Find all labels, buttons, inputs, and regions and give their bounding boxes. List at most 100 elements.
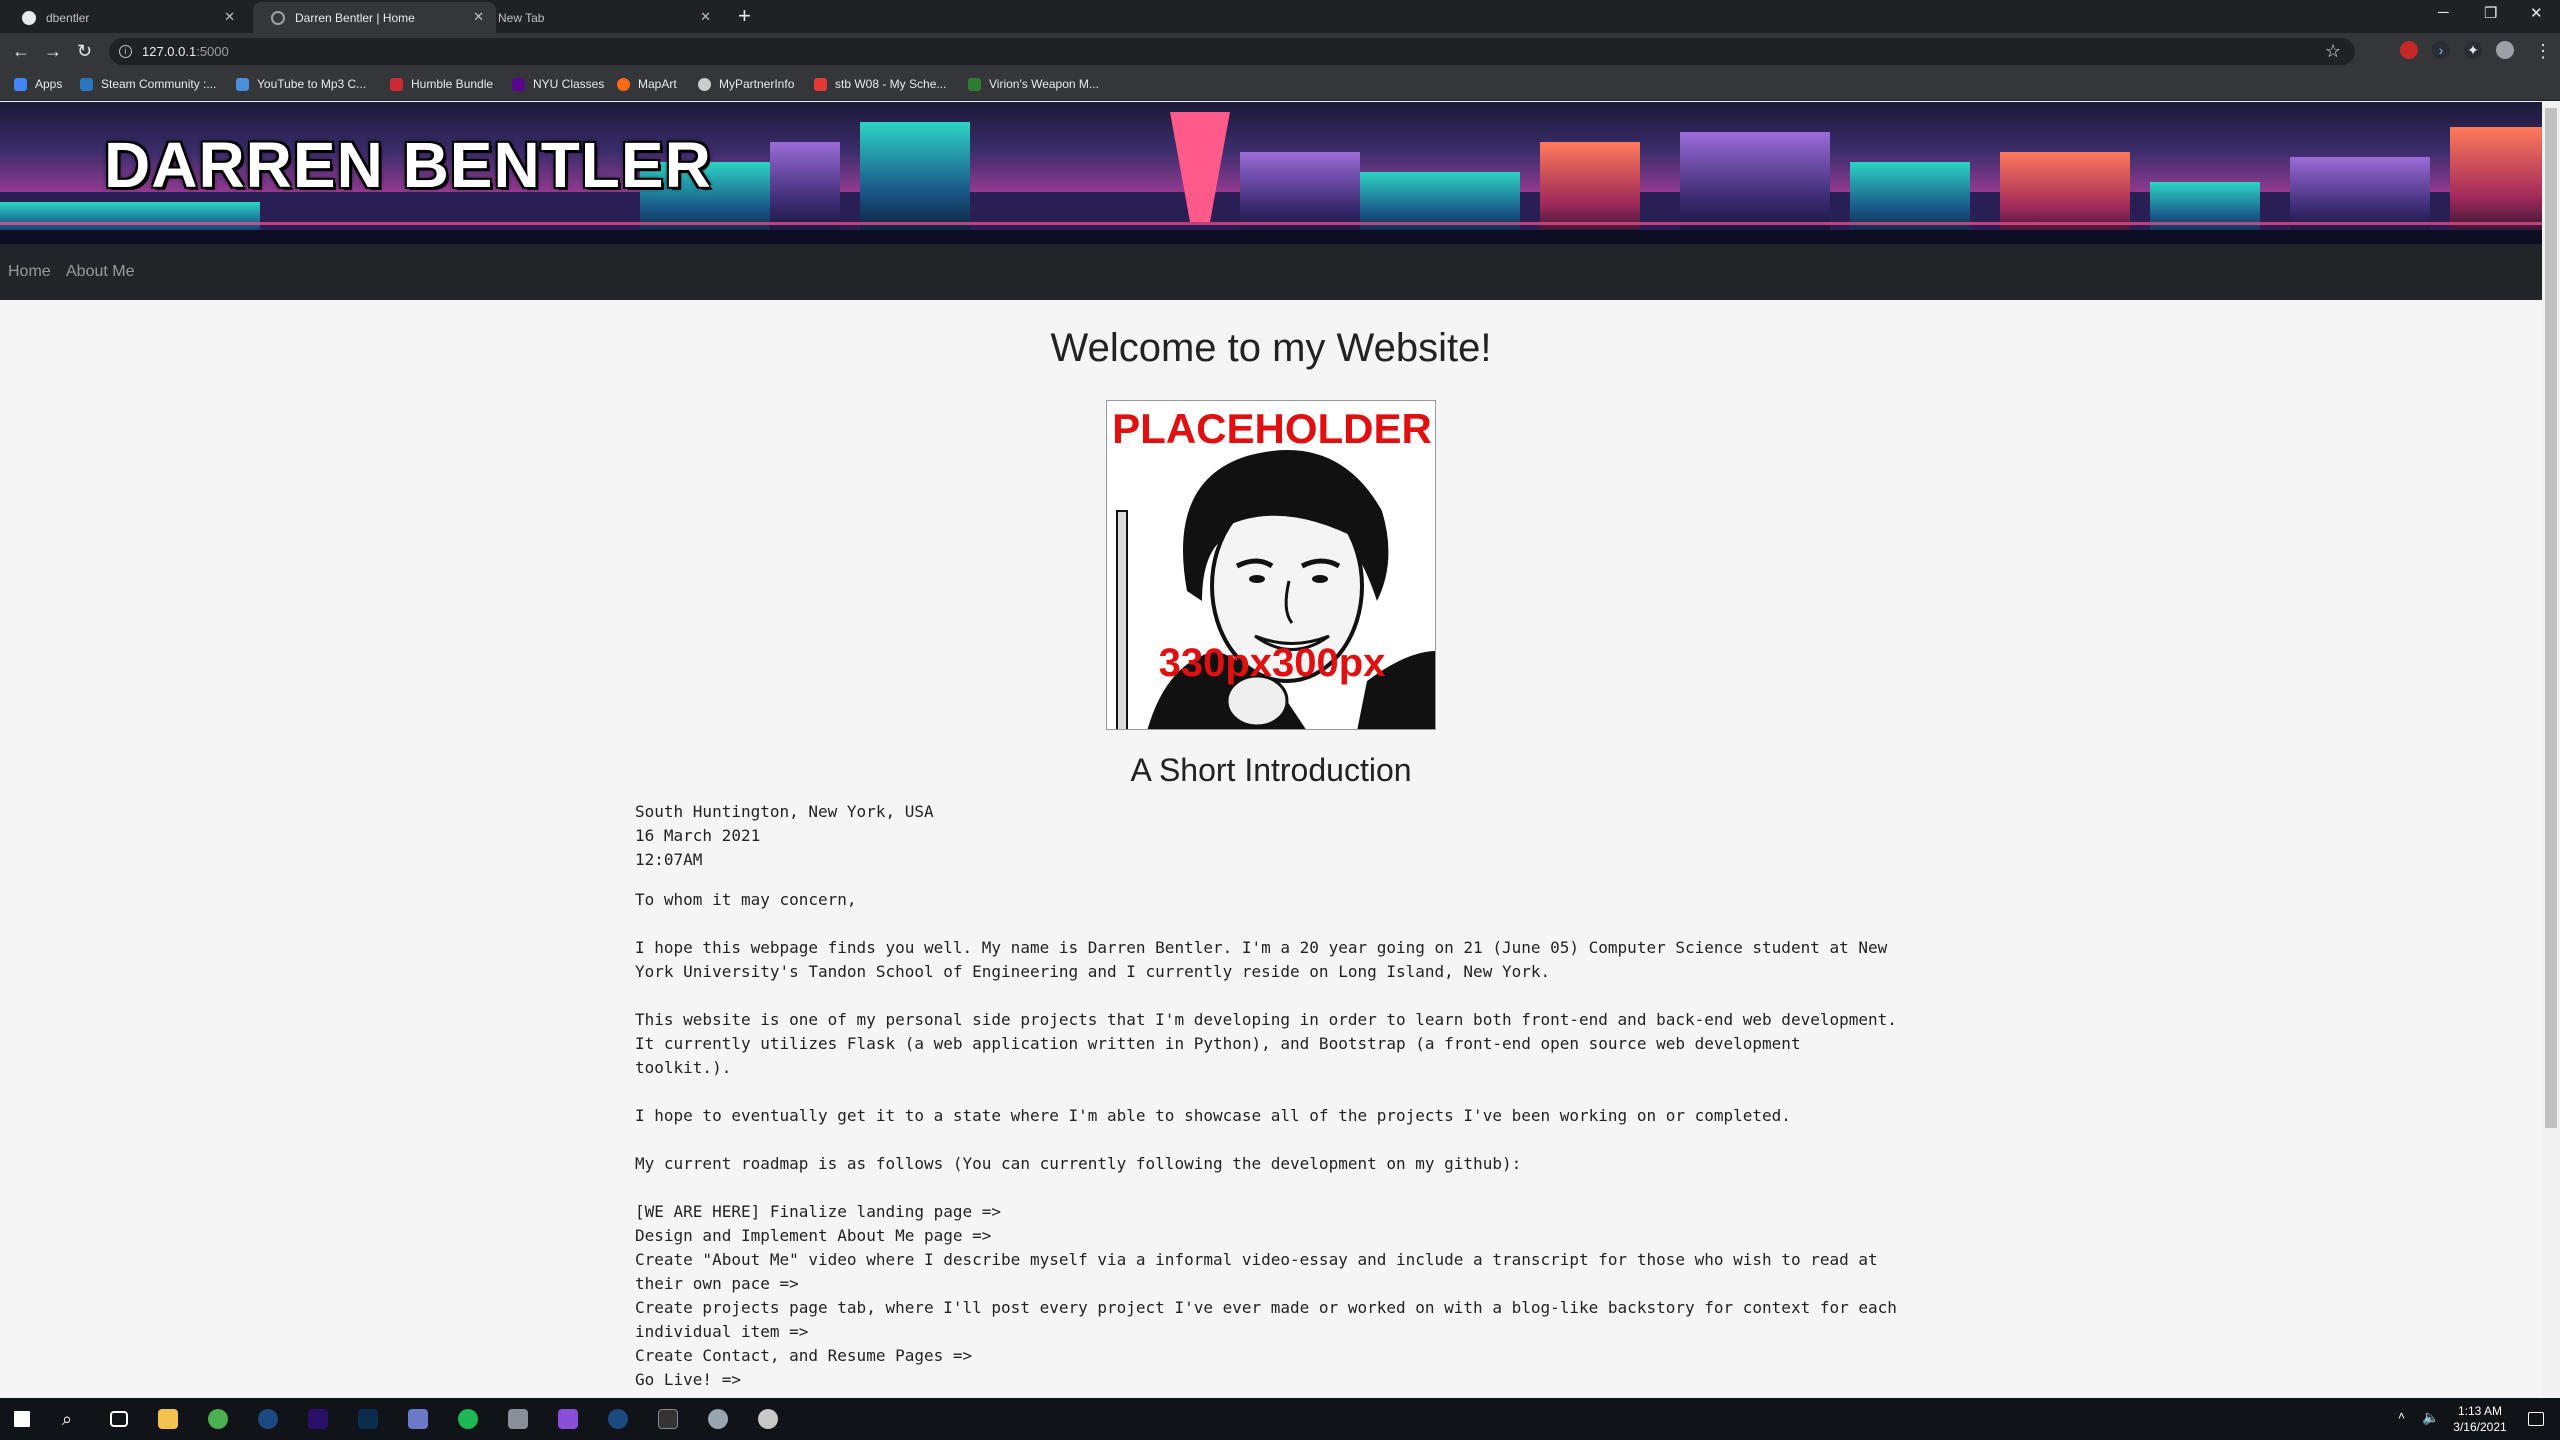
scrollbar-thumb[interactable] bbox=[2545, 108, 2557, 1128]
spotify-icon[interactable] bbox=[458, 1409, 478, 1429]
site-title: DARREN BENTLER bbox=[104, 129, 712, 201]
file-explorer-icon[interactable] bbox=[158, 1409, 178, 1429]
extension-arrow-icon[interactable]: › bbox=[2432, 41, 2450, 59]
letter-greeting: To whom it may concern, bbox=[635, 890, 857, 909]
bookmark-label: stb W08 - My Sche... bbox=[835, 77, 947, 91]
windows-start-icon[interactable] bbox=[14, 1411, 30, 1427]
bookmark-youtube-mp3[interactable]: YouTube to Mp3 C... bbox=[236, 77, 366, 91]
new-tab-button[interactable]: + bbox=[738, 5, 751, 27]
tab-github[interactable]: dbentler ✕ bbox=[4, 2, 247, 33]
discord-icon[interactable] bbox=[408, 1409, 428, 1429]
menu-kebab-icon[interactable]: ⋮ bbox=[2534, 41, 2552, 61]
roadmap-item: Create Contact, and Resume Pages => bbox=[635, 1346, 973, 1365]
tab-title: dbentler bbox=[46, 10, 90, 25]
notification-icon[interactable] bbox=[2528, 1412, 2544, 1426]
site-navbar: Home About Me bbox=[0, 244, 2542, 300]
steam-icon[interactable] bbox=[608, 1409, 628, 1429]
mapart-icon bbox=[617, 77, 630, 91]
close-icon[interactable]: ✕ bbox=[700, 10, 711, 24]
puzzle-icon[interactable]: ✦ bbox=[2464, 41, 2482, 59]
app-icon[interactable] bbox=[508, 1409, 528, 1429]
tab-title: Darren Bentler | Home bbox=[295, 10, 415, 25]
roadmap-item: Design and Implement About Me page => bbox=[635, 1226, 992, 1245]
forward-arrow-icon[interactable]: → bbox=[44, 41, 62, 61]
search-icon[interactable]: ⌕ bbox=[62, 1409, 82, 1429]
letter-paragraph: My current roadmap is as follows (You ca… bbox=[635, 1154, 1522, 1173]
bookmark-label: MapArt bbox=[638, 77, 677, 91]
tab-darren-bentler-home[interactable]: Darren Bentler | Home ✕ bbox=[253, 2, 496, 33]
intro-letter: South Huntington, New York, USA 16 March… bbox=[635, 800, 1905, 1392]
bookmark-nyu[interactable]: NYU Classes bbox=[512, 77, 604, 91]
task-view-icon[interactable] bbox=[110, 1411, 128, 1427]
placeholder-top-text: PLACEHOLDER bbox=[1112, 405, 1432, 452]
bookmark-label: NYU Classes bbox=[533, 77, 605, 91]
web-page: DARREN BENTLER Home About Me Welcome to … bbox=[0, 102, 2542, 1398]
app-icon[interactable] bbox=[758, 1409, 778, 1429]
letter-time: 12:07AM bbox=[635, 850, 703, 869]
bookmark-label: Steam Community :... bbox=[101, 77, 217, 91]
info-icon[interactable]: i bbox=[119, 45, 132, 58]
minimize-icon[interactable]: ─ bbox=[2438, 4, 2449, 21]
bookmark-label: Apps bbox=[35, 77, 63, 91]
roadmap-item: Create "About Me" video where I describe… bbox=[635, 1250, 1878, 1293]
nav-about-me-link[interactable]: About Me bbox=[66, 263, 134, 281]
premiere-icon[interactable] bbox=[308, 1409, 328, 1429]
photoshop-icon[interactable] bbox=[358, 1409, 378, 1429]
app-icon[interactable] bbox=[708, 1409, 728, 1429]
taskbar-clock[interactable]: 1:13 AM 3/16/2021 bbox=[2440, 1403, 2520, 1435]
bookmark-stb[interactable]: stb W08 - My Sche... bbox=[814, 77, 946, 91]
reload-icon[interactable]: ↻ bbox=[77, 41, 92, 61]
bookmark-apps[interactable]: Apps bbox=[14, 77, 62, 91]
steam-icon bbox=[80, 77, 93, 91]
humble-icon bbox=[390, 77, 403, 91]
profile-avatar[interactable] bbox=[2496, 41, 2514, 59]
bookmark-mypartnerinfo[interactable]: MyPartnerInfo bbox=[698, 77, 794, 91]
bookmark-virion[interactable]: Virion's Weapon M... bbox=[968, 77, 1099, 91]
placeholder-size-text: 330px300px bbox=[1158, 641, 1386, 685]
restore-icon[interactable]: ❐ bbox=[2484, 4, 2497, 22]
chrome-icon[interactable] bbox=[208, 1409, 228, 1429]
bookmark-label: YouTube to Mp3 C... bbox=[257, 77, 367, 91]
letter-paragraph: I hope this webpage finds you well. My n… bbox=[635, 938, 1888, 981]
extension-icon[interactable] bbox=[2400, 41, 2418, 59]
roadmap-item: Create projects page tab, where I'll pos… bbox=[635, 1298, 1897, 1341]
address-bar[interactable]: i 127.0.0.1 :5000 ☆ bbox=[109, 38, 2355, 65]
globe-icon bbox=[271, 10, 285, 25]
roadmap-item: [WE ARE HERE] Finalize landing page => bbox=[635, 1202, 1002, 1221]
page-scrollbar[interactable] bbox=[2542, 102, 2560, 1398]
volume-icon[interactable]: 🔈 bbox=[2422, 1409, 2442, 1429]
nav-home-link[interactable]: Home bbox=[8, 263, 51, 281]
letter-date: 16 March 2021 bbox=[635, 826, 761, 845]
windows-taskbar: ⌕ ˄ 🔈 1:13 AM 3/16/2021 bbox=[0, 1398, 2560, 1440]
visual-studio-icon[interactable] bbox=[558, 1409, 578, 1429]
browser-toolbar: ← → ↻ i 127.0.0.1 :5000 ☆ › ✦ ⋮ bbox=[0, 33, 2560, 70]
intro-heading: A Short Introduction bbox=[1130, 752, 1412, 788]
bookmark-humble[interactable]: Humble Bundle bbox=[390, 77, 493, 91]
stb-icon bbox=[814, 77, 827, 91]
music-icon bbox=[236, 77, 249, 91]
bookmark-steam[interactable]: Steam Community :... bbox=[80, 77, 216, 91]
bookmark-label: MyPartnerInfo bbox=[719, 77, 795, 91]
letter-paragraph: I hope to eventually get it to a state w… bbox=[635, 1106, 1791, 1125]
close-window-icon[interactable]: ✕ bbox=[2530, 4, 2543, 22]
close-icon[interactable]: ✕ bbox=[224, 10, 235, 24]
terminal-icon[interactable] bbox=[658, 1409, 678, 1429]
roadmap-item: Go Live! => bbox=[635, 1370, 741, 1389]
tab-new-tab[interactable]: New Tab ✕ bbox=[480, 2, 723, 33]
steam-icon[interactable] bbox=[258, 1409, 278, 1429]
bookmark-label: Virion's Weapon M... bbox=[989, 77, 1099, 91]
bookmark-mapart[interactable]: MapArt bbox=[617, 77, 677, 91]
bookmark-star-icon[interactable]: ☆ bbox=[2325, 41, 2341, 62]
url-host: 127.0.0.1 bbox=[142, 44, 197, 59]
bookmark-label: Humble Bundle bbox=[411, 77, 494, 91]
globe-icon bbox=[698, 77, 711, 91]
chevron-up-icon[interactable]: ˄ bbox=[2398, 1409, 2418, 1429]
tab-strip: dbentler ✕ Darren Bentler | Home ✕ New T… bbox=[0, 0, 2560, 33]
clock-date: 3/16/2021 bbox=[2453, 1420, 2507, 1434]
back-arrow-icon[interactable]: ← bbox=[12, 41, 30, 61]
weapon-icon bbox=[968, 77, 981, 91]
url-port: :5000 bbox=[196, 44, 229, 59]
nyu-torch-icon bbox=[512, 77, 525, 91]
clock-time: 1:13 AM bbox=[2457, 1404, 2503, 1418]
header-banner: DARREN BENTLER bbox=[0, 102, 2542, 244]
